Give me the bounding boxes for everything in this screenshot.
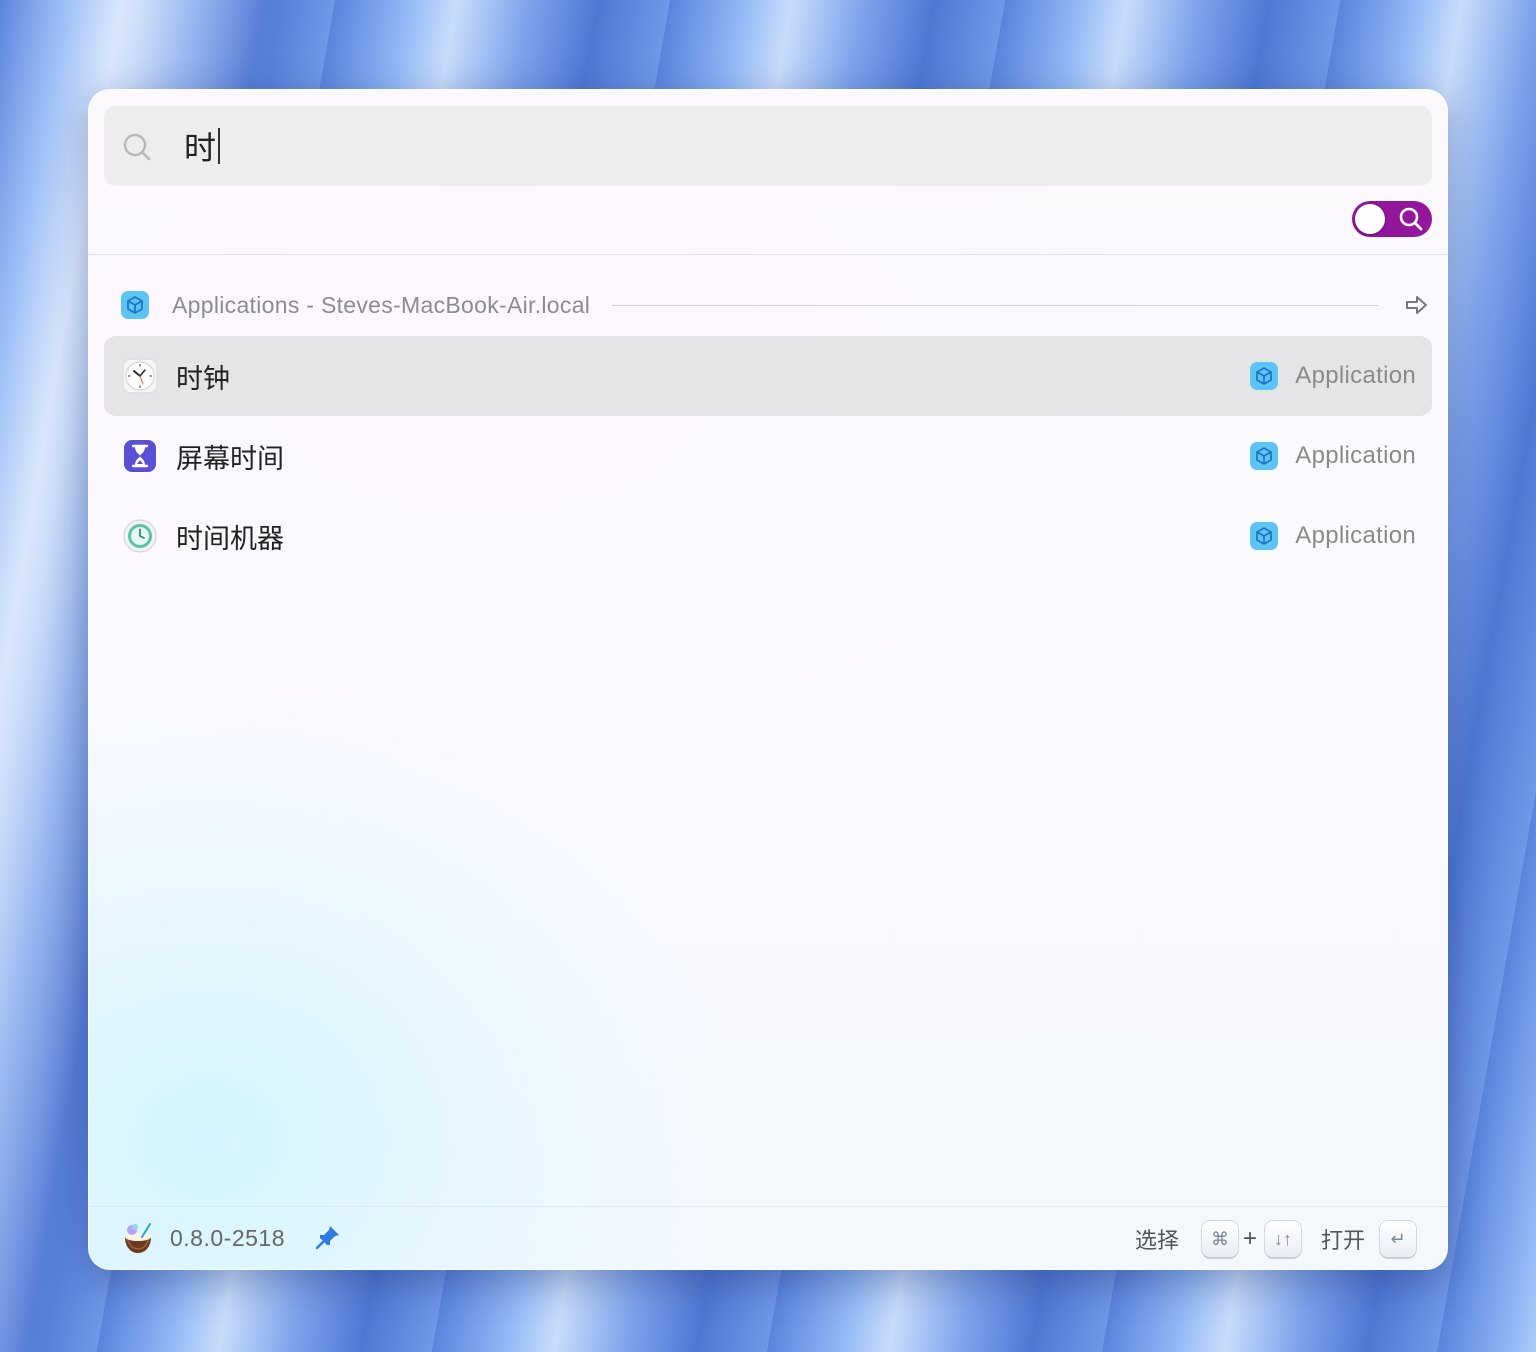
coconut-logo-icon xyxy=(125,1223,151,1253)
search-icon xyxy=(1399,207,1423,231)
result-kind-label: Application xyxy=(1295,362,1416,389)
arrow-right-icon[interactable] xyxy=(1404,292,1430,318)
return-key: ↵ xyxy=(1380,1221,1416,1257)
result-row[interactable]: 时钟 Application xyxy=(104,336,1432,416)
header-divider xyxy=(88,254,1448,255)
plus-sign: + xyxy=(1243,1224,1258,1252)
search-query: 时 xyxy=(184,130,217,166)
clock-app-icon xyxy=(122,358,158,394)
result-kind-label: Application xyxy=(1295,442,1416,469)
toggle-knob xyxy=(1355,204,1385,234)
hourglass-app-icon xyxy=(124,440,156,472)
group-title: Applications - Steves-MacBook-Air.local xyxy=(172,291,591,318)
app-cube-icon xyxy=(1250,362,1279,390)
select-hint-label: 选择 xyxy=(1135,1227,1180,1253)
arrow-keys: ↓↑ xyxy=(1265,1221,1301,1257)
open-hint-label: 打开 xyxy=(1321,1227,1366,1253)
result-row[interactable]: 时间机器 Application xyxy=(104,496,1432,576)
app-version: 0.8.0-2518 xyxy=(170,1225,285,1251)
result-kind: Application xyxy=(1249,336,1416,416)
group-header: Applications - Steves-MacBook-Air.local xyxy=(120,285,1432,325)
text-caret xyxy=(218,128,221,164)
footer: 0.8.0-2518 选择 ⌘ + ↓↑ 打开 ↵ xyxy=(88,1207,1448,1270)
search-mode-toggle[interactable] xyxy=(1352,201,1432,237)
app-cube-icon xyxy=(1250,522,1279,550)
app-cube-icon xyxy=(1250,442,1279,470)
time-machine-app-icon xyxy=(123,519,157,553)
result-kind-label: Application xyxy=(1295,522,1416,549)
result-title: 屏幕时间 xyxy=(176,443,284,474)
command-key: ⌘ xyxy=(1202,1221,1238,1257)
result-title: 时钟 xyxy=(176,363,230,394)
result-row[interactable]: 屏幕时间 Application xyxy=(104,416,1432,496)
result-kind: Application xyxy=(1249,416,1416,496)
search-icon xyxy=(123,133,151,161)
result-title: 时间机器 xyxy=(176,523,284,554)
group-divider-line xyxy=(612,304,1378,306)
launcher-window: 时 Applications - Steves-MacBook-Air.loca… xyxy=(88,89,1448,1270)
search-bar[interactable]: 时 xyxy=(104,106,1432,186)
pin-icon[interactable] xyxy=(314,1223,342,1251)
app-cube-icon xyxy=(121,291,149,319)
result-kind: Application xyxy=(1249,496,1416,576)
search-input[interactable]: 时 xyxy=(184,106,221,186)
